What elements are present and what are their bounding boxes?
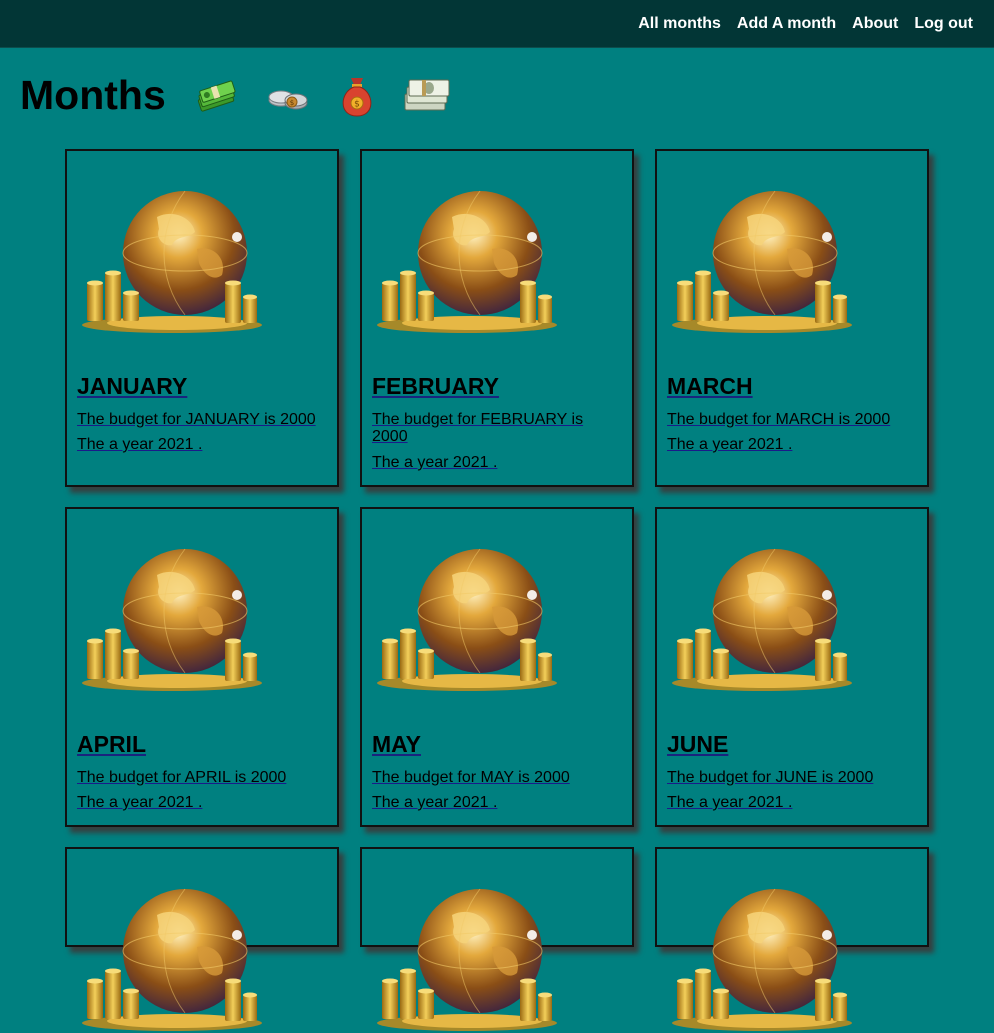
month-year: The a year 2021 .: [667, 436, 793, 453]
month-budget: The budget for APRIL is 2000: [77, 769, 287, 786]
globe-coins-image: [671, 888, 853, 1032]
globe-coins-image: [376, 548, 558, 692]
globe-coins-image: [81, 190, 263, 334]
globe-coins-image: [376, 190, 558, 334]
svg-text:$: $: [290, 99, 294, 107]
month-title-link[interactable]: FEBRUARY: [372, 373, 499, 400]
globe-coins-image: [671, 190, 853, 334]
svg-text:$: $: [354, 100, 360, 110]
month-title-link[interactable]: MAY: [372, 731, 421, 758]
month-card[interactable]: MARCH The budget for MARCH is 2000 The a…: [655, 149, 929, 487]
coins-icon: $: [268, 90, 308, 110]
month-budget: The budget for JANUARY is 2000: [77, 411, 316, 428]
month-card[interactable]: APRIL The budget for APRIL is 2000 The a…: [65, 507, 339, 827]
top-navbar: All months Add A month About Log out: [0, 0, 994, 48]
month-card[interactable]: JUNE The budget for JUNE is 2000 The a y…: [655, 507, 929, 827]
nav-log-out[interactable]: Log out: [914, 15, 973, 33]
month-title-link[interactable]: JANUARY: [77, 373, 187, 400]
month-card[interactable]: JANUARY The budget for JANUARY is 2000 T…: [65, 149, 339, 487]
month-card[interactable]: FEBRUARY The budget for FEBRUARY is 2000…: [360, 149, 634, 487]
month-budget: The budget for JUNE is 2000: [667, 769, 874, 786]
month-title-link[interactable]: JUNE: [667, 731, 728, 758]
money-bag-icon: $: [342, 78, 372, 117]
globe-coins-image: [81, 888, 263, 1032]
month-year: The a year 2021 .: [372, 454, 498, 471]
month-year: The a year 2021 .: [77, 794, 203, 811]
nav-about[interactable]: About: [852, 15, 898, 33]
month-budget: The budget for MAY is 2000: [372, 769, 570, 786]
globe-coins-image: [81, 548, 263, 692]
month-year: The a year 2021 .: [667, 794, 793, 811]
globe-coins-image: [671, 548, 853, 692]
month-title-link[interactable]: APRIL: [77, 731, 146, 758]
month-year: The a year 2021 .: [77, 436, 203, 453]
banknotes-icon: [404, 79, 450, 111]
globe-coins-image: [376, 888, 558, 1032]
nav-links: All months Add A month About Log out: [638, 0, 973, 48]
month-budget: The budget for MARCH is 2000: [667, 411, 891, 428]
nav-add-month[interactable]: Add A month: [737, 15, 836, 33]
month-card[interactable]: [360, 847, 634, 1032]
month-card[interactable]: MAY The budget for MAY is 2000 The a yea…: [360, 507, 634, 827]
month-card[interactable]: [655, 847, 929, 1032]
nav-all-months[interactable]: All months: [638, 15, 721, 33]
month-year: The a year 2021 .: [372, 794, 498, 811]
month-card[interactable]: [65, 847, 339, 1032]
cash-stack-icon: [197, 80, 236, 112]
month-title-link[interactable]: MARCH: [667, 373, 753, 400]
month-budget: The budget for FEBRUARY is 2000: [372, 411, 584, 445]
page-title: Months: [20, 72, 166, 118]
